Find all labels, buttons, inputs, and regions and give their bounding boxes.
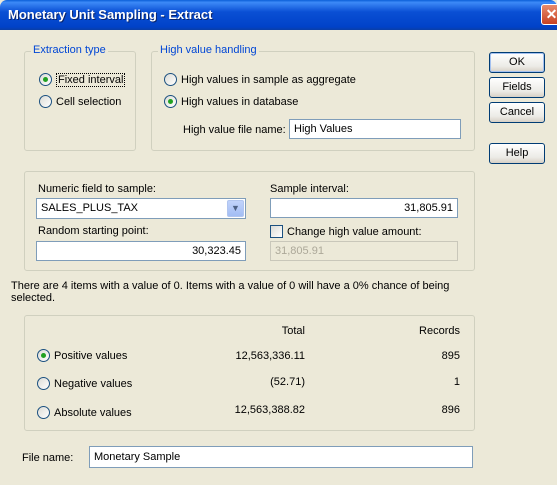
radio-high-values-aggregate[interactable]: High values in sample as aggregate <box>164 73 356 86</box>
extraction-type-legend: Extraction type <box>31 44 108 56</box>
radio-indicator[interactable] <box>37 349 50 362</box>
checkbox-label: Change high value amount: <box>287 226 422 238</box>
change-high-value-input: 31,805.91 <box>270 241 458 261</box>
cancel-button[interactable]: Cancel <box>489 102 545 123</box>
total-header: Total <box>281 325 305 337</box>
radio-cell-selection[interactable]: Cell selection <box>39 95 121 108</box>
sample-interval-label: Sample interval: <box>270 183 349 195</box>
positive-records: 895 <box>441 350 460 362</box>
random-start-input[interactable]: 30,323.45 <box>36 241 246 261</box>
extraction-type-group: Extraction type Fixed interval Cell sele… <box>24 44 136 151</box>
zero-value-note: There are 4 items with a value of 0. Ite… <box>11 280 450 304</box>
radio-fixed-interval[interactable]: Fixed interval <box>39 73 126 87</box>
radio-indicator[interactable] <box>39 73 52 86</box>
high-value-file-input[interactable]: High Values <box>289 119 461 139</box>
radio-negative-values[interactable]: Negative values <box>37 377 132 390</box>
radio-indicator[interactable] <box>164 73 177 86</box>
values-summary-group: Total Records Positive values 12,563,336… <box>24 315 475 431</box>
radio-indicator[interactable] <box>37 377 50 390</box>
ok-button[interactable]: OK <box>489 52 545 73</box>
negative-total: (52.71) <box>270 376 305 388</box>
absolute-records: 896 <box>441 404 460 416</box>
fields-button[interactable]: Fields <box>489 77 545 98</box>
radio-label: Fixed interval <box>56 73 126 87</box>
radio-label: High values in database <box>181 96 299 108</box>
radio-label: Absolute values <box>54 407 132 419</box>
radio-label: Positive values <box>54 350 128 362</box>
radio-indicator[interactable] <box>164 95 177 108</box>
high-value-handling-legend: High value handling <box>158 44 259 56</box>
title-bar[interactable]: Monetary Unit Sampling - Extract ✕ <box>0 0 557 30</box>
radio-positive-values[interactable]: Positive values <box>37 349 127 362</box>
radio-label: Negative values <box>54 378 133 390</box>
numeric-field-label: Numeric field to sample: <box>38 183 156 195</box>
numeric-field-select[interactable]: SALES_PLUS_TAX ▼ <box>36 198 246 219</box>
sample-interval-input[interactable]: 31,805.91 <box>270 198 458 218</box>
close-button[interactable]: ✕ <box>541 4 557 25</box>
window-title: Monetary Unit Sampling - Extract <box>8 7 213 22</box>
radio-label: Cell selection <box>56 96 122 108</box>
change-high-value-checkbox[interactable]: Change high value amount: <box>270 225 422 238</box>
help-button[interactable]: Help <box>489 143 545 164</box>
radio-high-values-database[interactable]: High values in database <box>164 95 298 108</box>
high-value-handling-group: High value handling High values in sampl… <box>151 44 475 151</box>
chevron-down-icon[interactable]: ▼ <box>227 200 244 217</box>
random-start-label: Random starting point: <box>38 225 149 237</box>
file-name-label: File name: <box>22 452 74 464</box>
records-header: Records <box>419 325 460 337</box>
radio-indicator[interactable] <box>39 95 52 108</box>
positive-total: 12,563,336.11 <box>235 350 305 362</box>
checkbox-indicator[interactable] <box>270 225 283 238</box>
sampling-group: Numeric field to sample: SALES_PLUS_TAX … <box>24 171 475 271</box>
high-value-file-label: High value file name: <box>183 124 286 136</box>
radio-label: High values in sample as aggregate <box>181 74 356 86</box>
negative-records: 1 <box>453 376 460 388</box>
radio-absolute-values[interactable]: Absolute values <box>37 406 132 419</box>
numeric-field-value: SALES_PLUS_TAX <box>41 202 139 214</box>
close-icon: ✕ <box>545 6 557 22</box>
file-name-input[interactable]: Monetary Sample <box>89 446 473 468</box>
dialog-window: Monetary Unit Sampling - Extract ✕ Extra… <box>0 0 557 485</box>
radio-indicator[interactable] <box>37 406 50 419</box>
absolute-total: 12,563,388.82 <box>234 404 305 416</box>
